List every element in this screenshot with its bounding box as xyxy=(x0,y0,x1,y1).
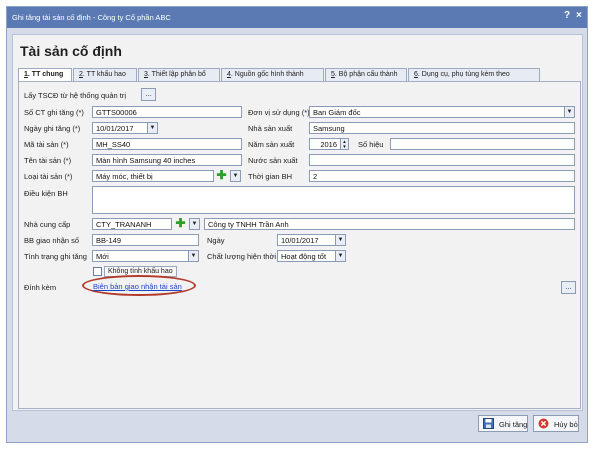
dieu-kien-bh-label: Điều kiện BH xyxy=(24,189,68,198)
help-icon[interactable]: ? xyxy=(564,10,570,21)
nam-sx-stepper[interactable]: ▲ ▼ xyxy=(340,138,349,150)
ten-ts-label: Tên tài sản (*) xyxy=(24,156,72,165)
so-ct-field[interactable]: GTTS00006 xyxy=(92,106,242,118)
khong-tinh-kh-checkbox[interactable] xyxy=(93,267,102,276)
nam-sx-field[interactable]: 2016 xyxy=(309,138,341,150)
dieu-kien-bh-textarea[interactable] xyxy=(92,186,575,214)
title-bar[interactable]: Ghi tăng tài sản cố định - Công ty Cổ ph… xyxy=(7,7,587,28)
supplier-dropdown-icon[interactable]: ▼ xyxy=(189,218,200,230)
tab-origin[interactable]: 4. Nguồn gốc hình thành xyxy=(221,68,324,81)
don-vi-dropdown-icon[interactable]: ▼ xyxy=(564,106,575,118)
chat-luong-field[interactable]: Hoạt động tốt xyxy=(277,250,336,262)
general-info-panel: Lấy TSCĐ từ hệ thống quản trị ... Số CT … xyxy=(18,81,581,409)
ngay-calendar-icon[interactable]: ▼ xyxy=(335,234,346,246)
ma-ts-field[interactable]: MH_SS40 xyxy=(92,138,242,150)
nha-sx-field[interactable]: Samsung xyxy=(309,122,575,134)
cancel-button-label: Hủy bỏ xyxy=(554,420,578,429)
bb-giao-nhan-field[interactable]: BB-149 xyxy=(92,234,199,246)
nha-sx-label: Nhà sản xuất xyxy=(248,124,293,133)
footer-bar: Ghi tăng Hủy bỏ xyxy=(12,414,583,437)
so-hieu-label: Số hiệu xyxy=(358,140,384,149)
so-ct-label: Số CT ghi tăng (*) xyxy=(24,108,84,117)
save-button-label: Ghi tăng xyxy=(499,420,528,429)
dialog-window: Ghi tăng tài sản cố định - Công ty Cổ ph… xyxy=(6,6,588,443)
get-from-system-button[interactable]: ... xyxy=(141,88,156,101)
ngay-ghi-label: Ngày ghi tăng (*) xyxy=(24,124,81,133)
nha-cung-cap-label: Nhà cung cấp xyxy=(24,220,71,229)
ngay-ghi-field[interactable]: 10/01/2017 xyxy=(92,122,148,134)
nuoc-sx-field[interactable] xyxy=(309,154,575,166)
tinh-trang-label: Tình trạng ghi tăng xyxy=(24,252,87,261)
ten-ts-field[interactable]: Màn hình Samsung 40 inches xyxy=(92,154,242,166)
chat-luong-label: Chất lượng hiện thời xyxy=(207,252,277,261)
so-hieu-field[interactable] xyxy=(390,138,575,150)
tab-components[interactable]: 5. Bộ phận cấu thành xyxy=(325,68,407,81)
nuoc-sx-label: Nước sản xuất xyxy=(248,156,298,165)
close-icon[interactable]: × xyxy=(576,10,582,21)
ngay-field[interactable]: 10/01/2017 xyxy=(277,234,336,246)
tinh-trang-dropdown-icon[interactable]: ▼ xyxy=(188,250,199,262)
attachment-link[interactable]: Biên bản giao nhận tài sản xyxy=(93,282,182,291)
loai-ts-field[interactable]: Máy móc, thiết bị xyxy=(92,170,214,182)
nha-cung-cap-code-field[interactable]: CTY_TRANANH xyxy=(92,218,172,230)
tab-allocation[interactable]: 3. Thiết lập phân bổ xyxy=(138,68,220,81)
tab-depreciation[interactable]: 2. TT khấu hao xyxy=(73,68,137,81)
dialog-body: Tài sản cố định 1. TT chung 2. TT khấu h… xyxy=(12,34,583,411)
save-icon xyxy=(483,418,494,429)
don-vi-label: Đơn vị sử dụng (*) xyxy=(248,108,310,117)
dinh-kem-label: Đính kèm xyxy=(24,283,57,292)
ma-ts-label: Mã tài sản (*) xyxy=(24,140,69,149)
cancel-icon xyxy=(538,418,549,429)
ngay-ghi-calendar-icon[interactable]: ▼ xyxy=(147,122,158,134)
bb-giao-nhan-label: BB giao nhận số xyxy=(24,236,80,245)
attachment-browse-button[interactable]: ... xyxy=(561,281,576,294)
loai-ts-dropdown-icon[interactable]: ▼ xyxy=(230,170,241,182)
nha-cung-cap-name-field[interactable]: Công ty TNHH Trần Anh xyxy=(204,218,575,230)
nam-sx-label: Năm sản xuất xyxy=(248,140,295,149)
get-from-system-label: Lấy TSCĐ từ hệ thống quản trị xyxy=(24,91,127,100)
tab-accessories[interactable]: 6. Dụng cụ, phụ tùng kèm theo xyxy=(408,68,540,81)
add-asset-type-icon[interactable]: ✚ xyxy=(216,169,227,181)
thoi-gian-bh-label: Thời gian BH xyxy=(248,172,293,181)
don-vi-field[interactable]: Ban Giám đốc xyxy=(309,106,565,118)
tab-general[interactable]: 1. TT chung xyxy=(18,68,72,82)
thoi-gian-bh-field[interactable]: 2 xyxy=(309,170,575,182)
tinh-trang-field[interactable]: Mới xyxy=(92,250,189,262)
ngay-label: Ngày xyxy=(207,236,225,245)
cancel-button[interactable]: Hủy bỏ xyxy=(533,415,579,432)
save-button[interactable]: Ghi tăng xyxy=(478,415,528,432)
add-supplier-icon[interactable]: ✚ xyxy=(175,217,186,229)
loai-ts-label: Loại tài sản (*) xyxy=(24,172,73,181)
page-title: Tài sản cố định xyxy=(20,43,122,59)
chat-luong-dropdown-icon[interactable]: ▼ xyxy=(335,250,346,262)
window-title: Ghi tăng tài sản cố định - Công ty Cổ ph… xyxy=(12,13,171,22)
